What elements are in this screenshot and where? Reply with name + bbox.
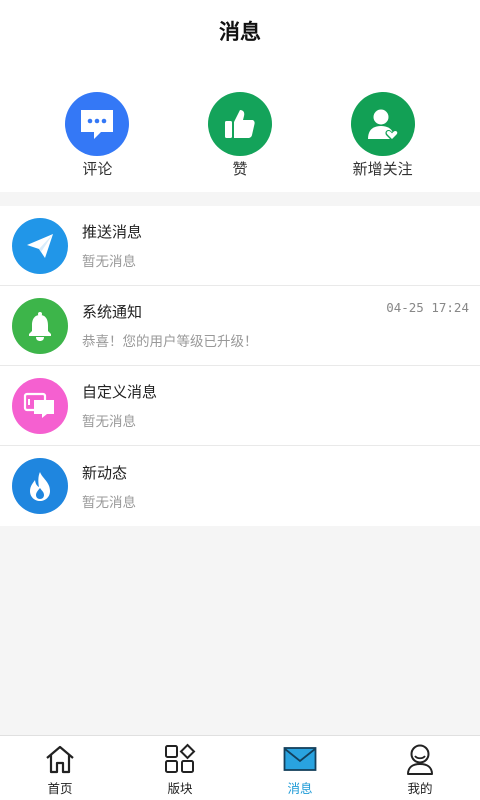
bottom-tab-bar: 首页 版块 消息 我的 [0,735,480,800]
message-row-push[interactable]: 推送消息 暂无消息 [0,206,480,286]
user-icon [403,742,437,776]
flame-icon [12,458,68,514]
tab-home[interactable]: 首页 [0,736,120,800]
shortcut-comments[interactable]: 评论 [42,92,152,179]
paper-plane-icon [12,217,68,274]
home-icon [43,742,77,776]
shortcut-new-followers[interactable]: 新增关注 [328,92,438,179]
message-title: 自定义消息 [82,383,158,401]
message-preview: 暂无消息 [82,414,136,430]
bell-icon [12,297,68,354]
message-list: 推送消息 暂无消息 系统通知 恭喜！您的用户等级已升级！ 04-25 17:24 [0,206,480,526]
message-preview: 暂无消息 [82,254,136,270]
message-title: 系统通知 [82,303,143,321]
tab-label: 我的 [407,781,433,796]
chat-bubbles-icon [12,377,68,434]
message-row-system[interactable]: 系统通知 恭喜！您的用户等级已升级！ 04-25 17:24 [0,286,480,366]
header-bar: 消息 [0,0,480,62]
message-row-custom[interactable]: 自定义消息 暂无消息 [0,366,480,446]
message-preview: 恭喜！您的用户等级已升级！ [82,334,258,350]
message-row-activity[interactable]: 新动态 暂无消息 [0,446,480,526]
tab-mine[interactable]: 我的 [360,736,480,800]
tab-label: 首页 [47,781,73,796]
shortcut-label: 新增关注 [352,160,413,178]
thumbs-up-icon [207,92,272,156]
user-heart-icon [350,92,415,156]
shortcut-bar: 评论 赞 新增关注 [0,62,480,192]
grid-icon [163,742,197,776]
message-preview: 暂无消息 [82,494,136,511]
mail-icon [283,742,317,776]
tab-label: 消息 [287,781,313,796]
shortcut-likes[interactable]: 赞 [185,92,295,179]
tab-label: 版块 [167,781,193,796]
tab-boards[interactable]: 版块 [120,736,240,800]
message-title: 新动态 [82,463,128,482]
shortcut-label: 赞 [232,160,248,178]
tab-messages[interactable]: 消息 [240,736,360,800]
message-title: 推送消息 [82,223,143,241]
comment-icon [65,92,130,156]
shortcut-label: 评论 [82,160,113,178]
message-timestamp: 04-25 17:24 [386,300,469,315]
page-title: 消息 [219,20,261,44]
